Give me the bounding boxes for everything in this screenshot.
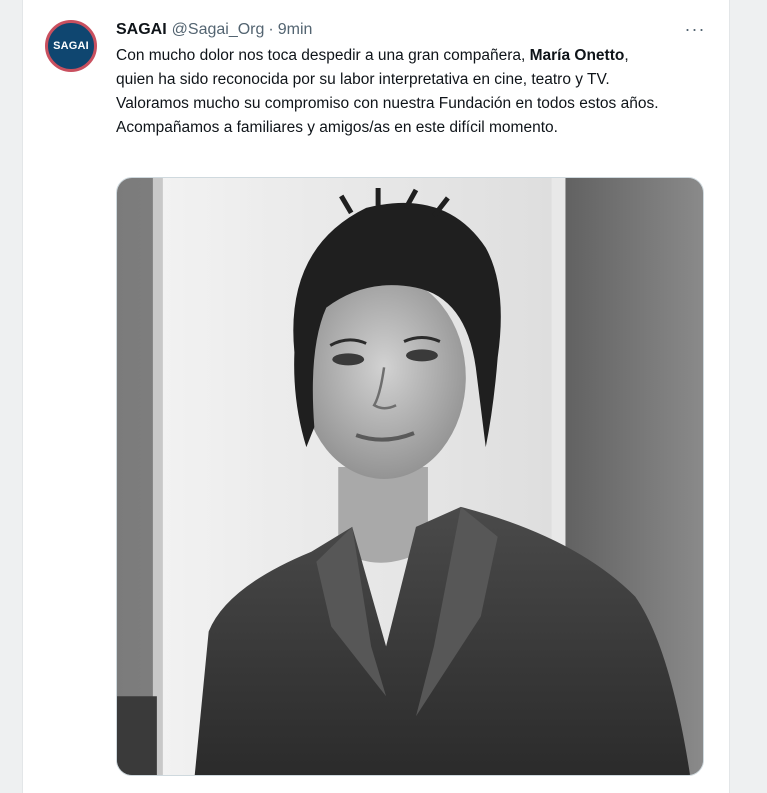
tweet-card[interactable]: SAGAI SAGAI @Sagai_Org · 9min ··· Con mu…	[22, 0, 730, 793]
tweet-text-segment: ,	[624, 47, 629, 64]
avatar[interactable]: SAGAI	[45, 20, 97, 72]
avatar-logo-text: SAGAI	[53, 40, 89, 52]
portrait-photo	[117, 178, 703, 775]
tweet-text-segment: Con mucho dolor nos toca despedir a una …	[116, 47, 530, 64]
tweet-line-3: Valoramos mucho su compromiso con nuestr…	[116, 95, 659, 112]
timestamp[interactable]: 9min	[278, 21, 313, 39]
display-name[interactable]: SAGAI	[116, 21, 167, 39]
tweet-line-1: Con mucho dolor nos toca despedir a una …	[116, 44, 721, 68]
user-handle[interactable]: @Sagai_Org	[172, 21, 265, 39]
more-options-icon[interactable]: ···	[681, 15, 709, 43]
tweet-text: Con mucho dolor nos toca despedir a una …	[116, 44, 721, 140]
tweet-header: SAGAI @Sagai_Org · 9min ···	[116, 18, 709, 42]
tweet-line-2: quien ha sido reconocida por su labor in…	[116, 71, 610, 88]
tweet-line-4: Acompañamos a familiares y amigos/as en …	[116, 119, 558, 136]
separator-dot: ·	[268, 21, 274, 38]
tweet-text-bold-name: María Onetto	[529, 47, 625, 64]
tweet-photo[interactable]	[116, 177, 704, 776]
